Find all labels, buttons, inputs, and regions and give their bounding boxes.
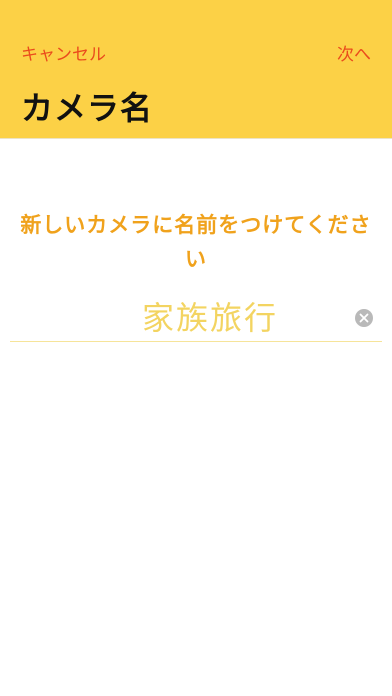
input-underline (10, 341, 382, 342)
camera-name-input[interactable] (10, 293, 380, 339)
nav-header: キャンセル 次へ カメラ名 (0, 0, 392, 138)
name-prompt: 新しいカメラに名前をつけてください (20, 213, 372, 271)
page-title: カメラ名 (21, 89, 154, 127)
clear-x-icon (359, 313, 369, 323)
next-button[interactable]: 次へ (337, 40, 371, 65)
clear-text-button[interactable] (355, 309, 373, 327)
header-divider (0, 138, 392, 139)
cancel-button[interactable]: キャンセル (21, 40, 106, 65)
